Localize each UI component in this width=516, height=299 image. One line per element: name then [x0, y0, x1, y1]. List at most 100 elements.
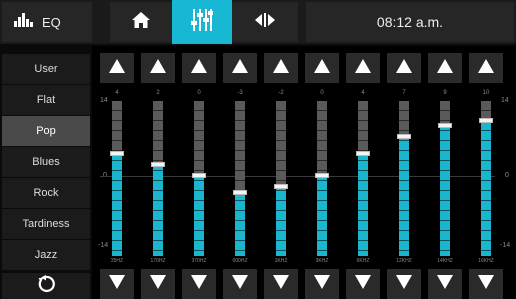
- band-0-down-button[interactable]: [100, 269, 134, 299]
- band-2-gain-label: 0: [197, 90, 201, 96]
- band-9-ticks: [481, 101, 491, 256]
- preset-rock[interactable]: Rock: [2, 178, 90, 208]
- arrow-up-icon: [273, 58, 289, 78]
- preset-tardiness[interactable]: Tardiness: [2, 209, 90, 239]
- band-5-ticks: [317, 101, 327, 256]
- band-4-slider-knob[interactable]: [274, 184, 288, 190]
- band-0-slider-knob[interactable]: [110, 150, 124, 156]
- band-9-freq-label: 16KHZ: [478, 258, 494, 264]
- band-8-up-button[interactable]: [428, 53, 462, 83]
- band-7-gain-label: 7: [402, 90, 406, 96]
- band-1-gain-label: 2: [156, 90, 160, 96]
- home-button[interactable]: [110, 2, 172, 42]
- preset-jazz[interactable]: Jazz: [2, 240, 90, 270]
- arrow-up-icon: [109, 58, 125, 78]
- scale-min-left: -14: [98, 242, 109, 249]
- band-7-freq-label: 12KHZ: [396, 258, 412, 264]
- band-4-down-button[interactable]: [264, 269, 298, 299]
- preset-user[interactable]: User: [2, 54, 90, 84]
- band-9-up-button[interactable]: [469, 53, 503, 83]
- clock-display: 08:12 a.m.: [306, 2, 514, 42]
- mixer-tab[interactable]: [172, 0, 232, 44]
- arrow-up-icon: [478, 58, 494, 78]
- band-2-ticks: [194, 101, 204, 256]
- scale-max-left: 14: [100, 97, 108, 104]
- band-4-gain-label: -2: [278, 90, 284, 96]
- eq-label: EQ: [42, 14, 61, 30]
- band-5-slider-knob[interactable]: [315, 173, 329, 178]
- band-8-gain-label: 9: [443, 90, 447, 96]
- band-6-gain-label: 4: [361, 90, 365, 96]
- band-6-up-button[interactable]: [346, 53, 380, 83]
- scale-zero-right: 0: [505, 172, 509, 179]
- band-9-down-button[interactable]: [469, 269, 503, 299]
- band-3-down-button[interactable]: [223, 269, 257, 299]
- scale-min-right: -14: [500, 242, 511, 249]
- arrow-down-icon: [355, 274, 371, 294]
- band-0-up-button[interactable]: [100, 53, 134, 83]
- band-2-slider-knob[interactable]: [192, 173, 206, 178]
- band-6-ticks: [358, 101, 368, 256]
- arrow-down-icon: [191, 274, 207, 294]
- arrow-up-icon: [437, 58, 453, 78]
- band-3-ticks: [235, 101, 245, 256]
- arrow-down-icon: [437, 274, 453, 294]
- eq-bars-icon: [14, 12, 34, 32]
- eq-mode-button[interactable]: EQ: [2, 2, 92, 42]
- band-7-ticks: [399, 101, 409, 256]
- band-9-slider-knob[interactable]: [479, 117, 493, 123]
- band-0-gain-label: 4: [115, 90, 119, 96]
- reset-icon: [37, 274, 55, 298]
- preset-blues[interactable]: Blues: [2, 147, 90, 177]
- band-4-up-button[interactable]: [264, 53, 298, 83]
- band-3-slider-knob[interactable]: [233, 189, 247, 195]
- top-bar: EQ 08:12 a.m.: [0, 0, 516, 44]
- balance-icon: [254, 12, 276, 32]
- band-2-up-button[interactable]: [182, 53, 216, 83]
- arrow-up-icon: [191, 58, 207, 78]
- preset-flat[interactable]: Flat: [2, 85, 90, 115]
- balance-button[interactable]: [232, 2, 298, 42]
- band-3-up-button[interactable]: [223, 53, 257, 83]
- arrow-down-icon: [396, 274, 412, 294]
- arrow-down-icon: [273, 274, 289, 294]
- band-8-freq-label: 14KHZ: [437, 258, 453, 264]
- band-5-down-button[interactable]: [305, 269, 339, 299]
- arrow-up-icon: [314, 58, 330, 78]
- band-5-freq-label: 3KHZ: [315, 258, 329, 264]
- arrow-up-icon: [396, 58, 412, 78]
- band-5-up-button[interactable]: [305, 53, 339, 83]
- band-7-up-button[interactable]: [387, 53, 421, 83]
- band-4-freq-label: 1KHZ: [274, 258, 288, 264]
- scale-max-right: 14: [501, 97, 509, 104]
- band-8-slider-knob[interactable]: [438, 123, 452, 129]
- arrow-down-icon: [478, 274, 494, 294]
- reset-button[interactable]: [2, 273, 90, 299]
- arrow-up-icon: [150, 58, 166, 78]
- preset-pop[interactable]: Pop: [2, 116, 90, 146]
- band-1-slider-knob[interactable]: [151, 161, 165, 167]
- arrow-down-icon: [109, 274, 125, 294]
- band-1-freq-label: 170HZ: [150, 258, 166, 264]
- band-6-freq-label: 6KHZ: [356, 258, 370, 264]
- band-6-down-button[interactable]: [346, 269, 380, 299]
- band-1-up-button[interactable]: [141, 53, 175, 83]
- band-7-slider-knob[interactable]: [397, 134, 411, 140]
- preset-sidebar: User Flat Pop Blues Rock Tardiness Jazz: [0, 46, 92, 299]
- band-7-down-button[interactable]: [387, 269, 421, 299]
- band-1-down-button[interactable]: [141, 269, 175, 299]
- arrow-down-icon: [232, 274, 248, 294]
- band-9-gain-label: 10: [482, 90, 490, 96]
- band-4-ticks: [276, 101, 286, 256]
- band-8-down-button[interactable]: [428, 269, 462, 299]
- band-3-gain-label: -3: [237, 90, 243, 96]
- band-1-ticks: [153, 101, 163, 256]
- band-2-freq-label: 370HZ: [191, 258, 207, 264]
- band-2-down-button[interactable]: [182, 269, 216, 299]
- band-5-gain-label: 0: [320, 90, 324, 96]
- band-6-slider-knob[interactable]: [356, 150, 370, 156]
- arrow-up-icon: [355, 58, 371, 78]
- band-3-freq-label: 600HZ: [232, 258, 248, 264]
- band-0-ticks: [112, 101, 122, 256]
- arrow-up-icon: [232, 58, 248, 78]
